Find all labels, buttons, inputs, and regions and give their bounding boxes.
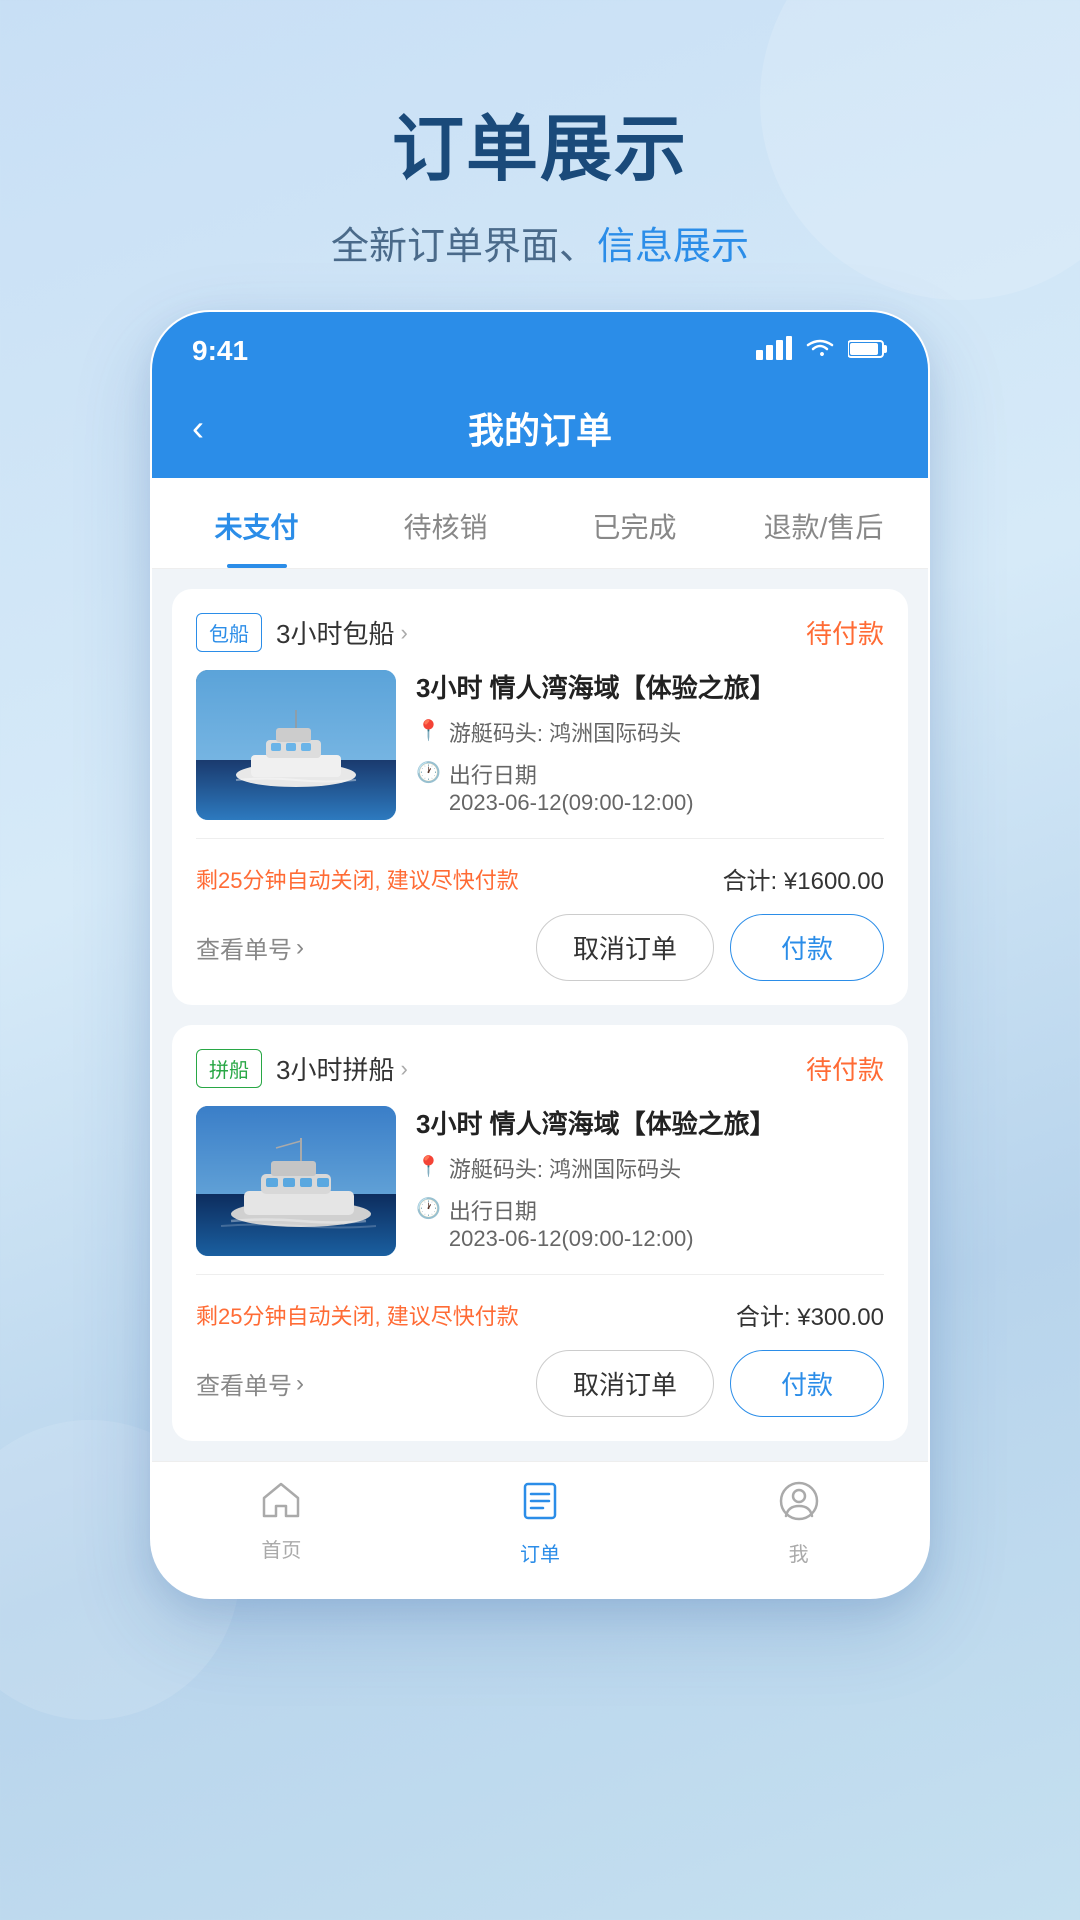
- bottom-nav: 首页 订单 我: [152, 1461, 928, 1597]
- tab-refund[interactable]: 退款/售后: [729, 478, 918, 568]
- subtitle-highlight: 信息展示: [597, 226, 749, 268]
- bottom-nav-me[interactable]: 我: [669, 1480, 928, 1567]
- bottom-nav-home-label: 首页: [261, 1534, 301, 1563]
- order-card-1: 包船 3小时包船 › 待付款: [172, 589, 908, 1005]
- action-buttons-1: 取消订单 付款: [536, 914, 884, 981]
- order-image-1: [196, 670, 396, 820]
- bottom-nav-orders[interactable]: 订单: [411, 1480, 670, 1567]
- total-1: 合计: ¥1600.00: [723, 861, 884, 896]
- view-order-no-2[interactable]: 查看单号 ›: [196, 1366, 304, 1401]
- order-status-1: 待付款: [806, 614, 884, 651]
- cancel-button-2[interactable]: 取消订单: [536, 1350, 714, 1417]
- order-tag-2: 拼船: [196, 1049, 262, 1088]
- signal-icon: [756, 336, 792, 366]
- order-type-left-2: 拼船 3小时拼船 ›: [196, 1049, 408, 1088]
- tab-pending[interactable]: 待核销: [351, 478, 540, 568]
- total-2: 合计: ¥300.00: [736, 1297, 884, 1332]
- status-time: 9:41: [192, 335, 248, 367]
- back-button[interactable]: ‹: [192, 407, 204, 449]
- order-detail-row-2: 3小时 情人湾海域【体验之旅】 📍 游艇码头: 鸿洲国际码头 🕐 出行日期 20…: [196, 1106, 884, 1256]
- nav-bar: ‹ 我的订单: [152, 382, 928, 478]
- order-card-2-header: 拼船 3小时拼船 › 待付款: [196, 1049, 884, 1088]
- order-type-name-1[interactable]: 3小时包船 ›: [276, 614, 408, 651]
- status-bar: 9:41: [152, 312, 928, 382]
- home-icon: [260, 1480, 302, 1528]
- tab-completed[interactable]: 已完成: [540, 478, 729, 568]
- order-type-arrow-2: ›: [400, 1056, 407, 1082]
- order-type-left-1: 包船 3小时包船 ›: [196, 613, 408, 652]
- pay-button-1[interactable]: 付款: [730, 914, 884, 981]
- order-bottom-row-2: 剩25分钟自动关闭, 建议尽快付款 合计: ¥300.00: [196, 1293, 884, 1332]
- phone-mockup: 9:41 ‹ 我的订单 未支付 待核销 已完成 退款/售后: [150, 310, 930, 1599]
- order-date-2: 🕐 出行日期 2023-06-12(09:00-12:00): [416, 1194, 884, 1252]
- order-card-2: 拼船 3小时拼船 › 待付款: [172, 1025, 908, 1441]
- view-order-no-1[interactable]: 查看单号 ›: [196, 930, 304, 965]
- clock-icon-2: 🕐: [416, 1196, 441, 1221]
- countdown-2: 剩25分钟自动关闭, 建议尽快付款: [196, 1299, 519, 1331]
- order-action-row-2: 查看单号 › 取消订单 付款: [196, 1350, 884, 1417]
- order-type-arrow-1: ›: [400, 620, 407, 646]
- clock-icon-1: 🕐: [416, 760, 441, 785]
- order-bottom-row-1: 剩25分钟自动关闭, 建议尽快付款 合计: ¥1600.00: [196, 857, 884, 896]
- order-action-row-1: 查看单号 › 取消订单 付款: [196, 914, 884, 981]
- location-icon-1: 📍: [416, 718, 441, 743]
- status-icons: [756, 336, 888, 367]
- order-status-2: 待付款: [806, 1050, 884, 1087]
- subtitle-plain: 全新订单界面、: [331, 226, 597, 268]
- pay-button-2[interactable]: 付款: [730, 1350, 884, 1417]
- order-info-1: 3小时 情人湾海域【体验之旅】 📍 游艇码头: 鸿洲国际码头 🕐 出行日期 20…: [416, 670, 884, 820]
- order-dock-1: 📍 游艇码头: 鸿洲国际码头: [416, 716, 884, 748]
- location-icon-2: 📍: [416, 1154, 441, 1179]
- wifi-icon: [804, 336, 836, 367]
- countdown-1: 剩25分钟自动关闭, 建议尽快付款: [196, 863, 519, 895]
- bottom-nav-home[interactable]: 首页: [152, 1480, 411, 1567]
- tab-unpaid[interactable]: 未支付: [162, 478, 351, 568]
- bottom-nav-orders-label: 订单: [520, 1538, 560, 1567]
- order-dock-2: 📍 游艇码头: 鸿洲国际码头: [416, 1152, 884, 1184]
- order-image-2: [196, 1106, 396, 1256]
- orders-icon: [521, 1480, 559, 1532]
- bottom-nav-me-label: 我: [789, 1538, 809, 1567]
- order-detail-row-1: 3小时 情人湾海域【体验之旅】 📍 游艇码头: 鸿洲国际码头 🕐 出行日期 20…: [196, 670, 884, 820]
- order-type-name-2[interactable]: 3小时拼船 ›: [276, 1050, 408, 1087]
- profile-icon: [778, 1480, 820, 1532]
- battery-icon: [848, 338, 888, 365]
- order-card-1-header: 包船 3小时包船 › 待付款: [196, 613, 884, 652]
- action-buttons-2: 取消订单 付款: [536, 1350, 884, 1417]
- order-tag-1: 包船: [196, 613, 262, 652]
- order-name-1: 3小时 情人湾海域【体验之旅】: [416, 670, 884, 706]
- nav-title: 我的订单: [468, 402, 612, 454]
- tab-bar: 未支付 待核销 已完成 退款/售后: [152, 478, 928, 569]
- content-area: 包船 3小时包船 › 待付款: [152, 569, 928, 1461]
- order-date-1: 🕐 出行日期 2023-06-12(09:00-12:00): [416, 758, 884, 816]
- cancel-button-1[interactable]: 取消订单: [536, 914, 714, 981]
- order-info-2: 3小时 情人湾海域【体验之旅】 📍 游艇码头: 鸿洲国际码头 🕐 出行日期 20…: [416, 1106, 884, 1256]
- order-name-2: 3小时 情人湾海域【体验之旅】: [416, 1106, 884, 1142]
